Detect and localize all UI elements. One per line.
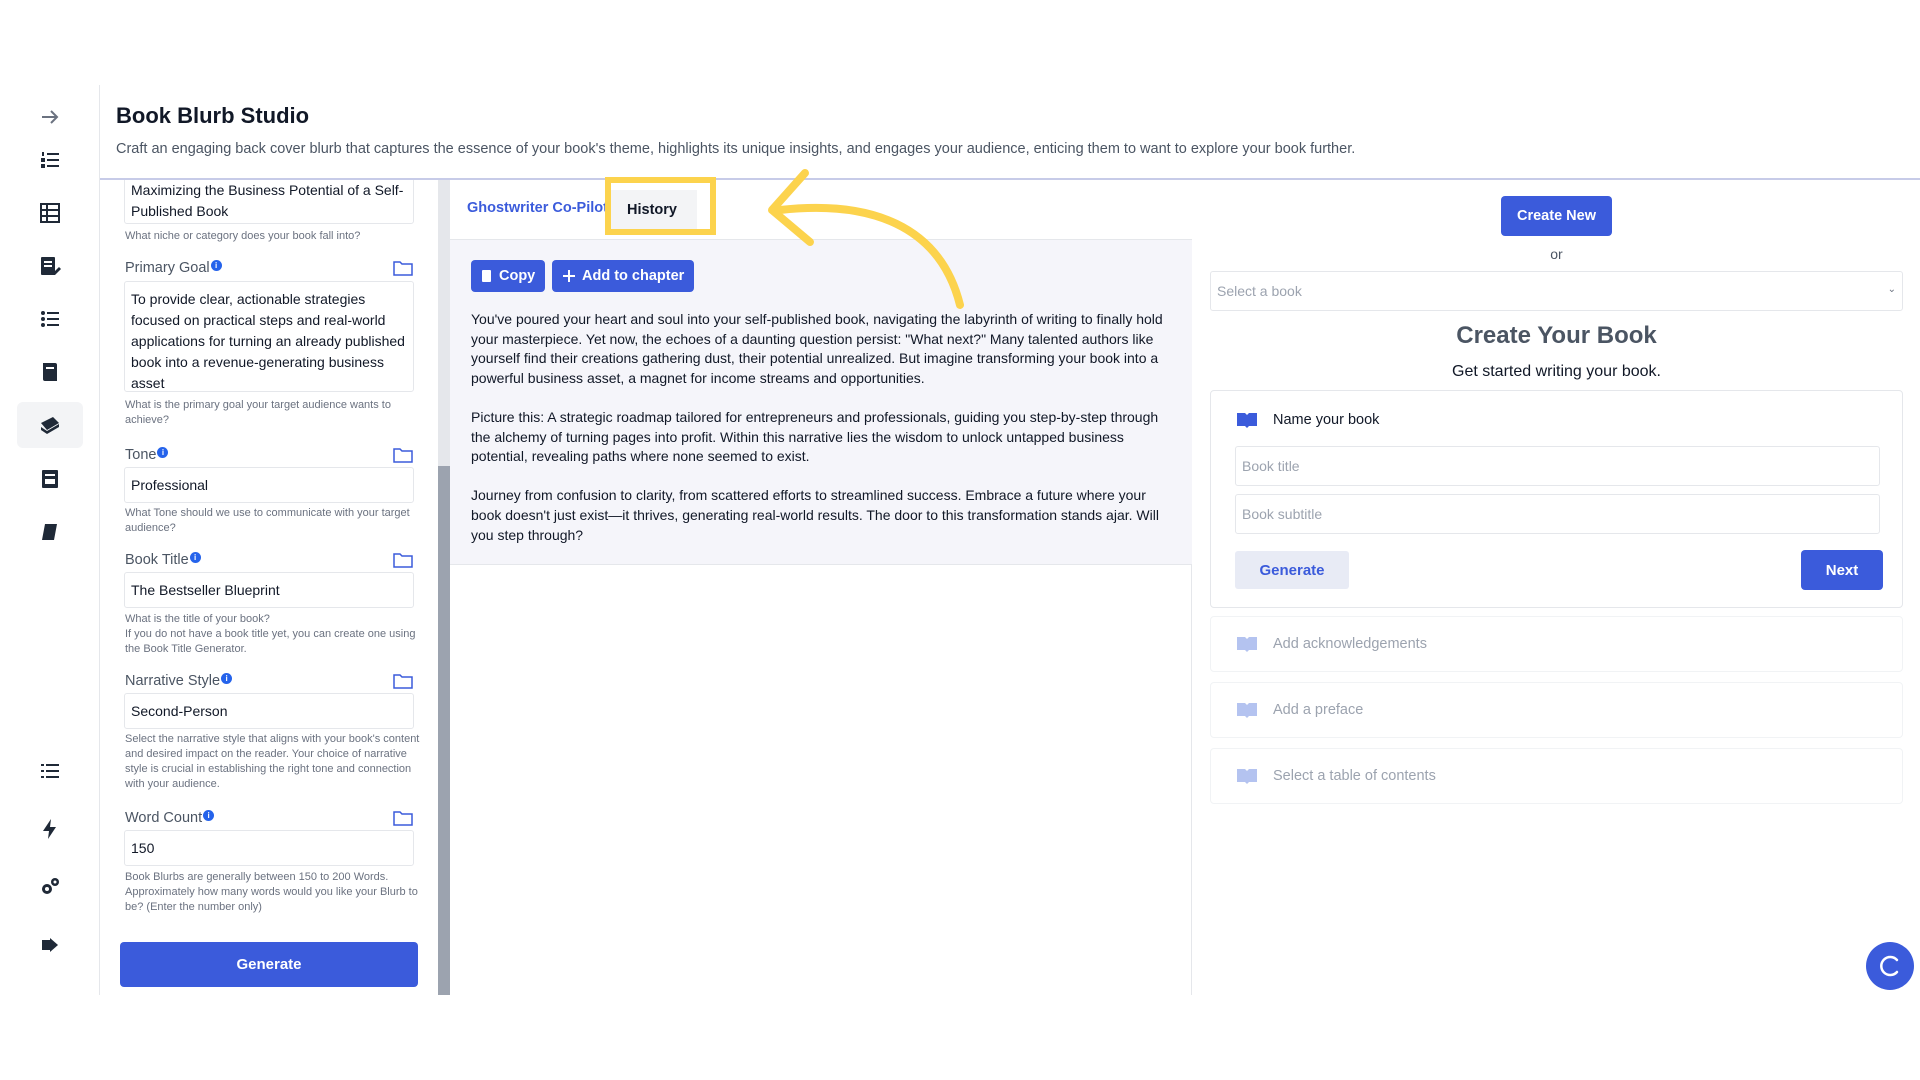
step-table-of-contents[interactable]: Select a table of contents — [1210, 748, 1903, 804]
tone-field[interactable]: Professional — [124, 467, 414, 503]
book-icon[interactable] — [28, 510, 72, 554]
page-subtitle: Craft an engaging back cover blurb that … — [116, 141, 1356, 157]
page-title: Book Blurb Studio — [116, 103, 310, 128]
info-icon[interactable]: i — [157, 447, 169, 458]
add-to-chapter-label: Add to chapter — [582, 268, 685, 284]
sidebar — [0, 85, 100, 995]
copy-button[interactable]: Copy — [471, 260, 546, 292]
niche-field[interactable]: Maximizing the Business Potential of a S… — [124, 180, 414, 224]
goal-field[interactable]: To provide clear, actionable strategies … — [124, 281, 414, 392]
copy-icon — [482, 270, 491, 282]
word-count-label: Word Count i — [125, 810, 215, 826]
numbered-list-icon[interactable] — [28, 138, 72, 182]
create-book-heading: Create Your Book — [1456, 322, 1657, 349]
book-panel: Create New or Select a book ⌄ Create You… — [1193, 180, 1920, 995]
create-book-subheading: Get started writing your book. — [1452, 363, 1661, 380]
blurb-paragraph: Journey from confusion to clarity, from … — [471, 487, 1159, 543]
table-icon[interactable] — [28, 191, 72, 235]
name-book-label: Name your book — [1273, 412, 1380, 428]
copy-label: Copy — [499, 268, 536, 284]
open-book-icon — [1237, 413, 1257, 428]
goal-help: What is the primary goal your target aud… — [125, 399, 391, 426]
narrative-style-help: Select the narrative style that aligns w… — [125, 733, 420, 790]
logout-icon[interactable] — [28, 923, 72, 967]
step-preface[interactable]: Add a preface — [1210, 682, 1903, 738]
info-icon[interactable]: i — [221, 673, 233, 684]
page-header: Book Blurb Studio Craft an engaging back… — [116, 103, 1916, 157]
open-book-icon — [1237, 769, 1257, 784]
blurb-paragraph: You've poured your heart and soul into y… — [471, 311, 1163, 386]
help-chat-button[interactable] — [1866, 942, 1914, 990]
folder-icon[interactable] — [393, 447, 413, 463]
scrollbar-thumb[interactable] — [438, 466, 450, 995]
book-title-field[interactable]: The Bestseller Blueprint — [124, 572, 414, 608]
blurb-paragraph: Picture this: A strategic roadmap tailor… — [471, 408, 1159, 465]
chevron-down-icon: ⌄ — [1887, 284, 1896, 295]
folder-icon[interactable] — [393, 673, 413, 689]
select-book-placeholder: Select a book — [1217, 283, 1302, 299]
blurb-text: You've poured your heart and soul into y… — [471, 310, 1171, 565]
niche-help: What niche or category does your book fa… — [125, 230, 361, 242]
name-book-card: Name your book Book title Book subtitle … — [1210, 390, 1903, 608]
narrative-style-label: Narrative Style i — [125, 673, 233, 689]
generate-title-button[interactable]: Generate — [1235, 551, 1349, 589]
name-book-header: Name your book — [1236, 411, 1379, 429]
info-icon[interactable]: i — [210, 260, 222, 271]
info-icon[interactable]: i — [203, 810, 215, 821]
word-count-help: Book Blurbs are generally between 150 to… — [125, 871, 418, 913]
step-label: Add a preface — [1273, 702, 1364, 718]
book-title-help: What is the title of your book? — [125, 613, 270, 625]
open-book-icon — [1237, 637, 1257, 652]
info-icon[interactable]: i — [189, 552, 201, 563]
tab-highlight-box — [605, 177, 716, 235]
word-count-field[interactable]: 150 — [124, 830, 414, 866]
book-title-input[interactable]: Book title — [1235, 446, 1880, 486]
archive-icon[interactable] — [28, 457, 72, 501]
generate-button[interactable]: Generate — [120, 942, 418, 987]
create-new-button[interactable]: Create New — [1501, 196, 1612, 236]
or-divider: or — [1550, 246, 1563, 262]
plus-icon — [563, 270, 575, 282]
add-to-chapter-button[interactable]: Add to chapter — [552, 260, 695, 292]
folder-icon[interactable] — [393, 810, 413, 826]
list-icon[interactable] — [28, 749, 72, 793]
folder-icon[interactable] — [393, 260, 413, 276]
arrow-right-icon[interactable] — [28, 95, 72, 139]
step-label: Select a table of contents — [1273, 768, 1436, 784]
settings-icon[interactable] — [28, 865, 72, 909]
chat-icon — [1880, 955, 1899, 977]
lightning-icon[interactable] — [28, 807, 72, 851]
book-subtitle-input[interactable]: Book subtitle — [1235, 494, 1880, 534]
book-title-label: Book Title i — [125, 552, 201, 568]
book-title-help-2: If you do not have a book title yet, you… — [125, 628, 416, 655]
tab-ghostwriter-copilot[interactable]: Ghostwriter Co-Pilot — [467, 200, 608, 216]
checklist-icon[interactable] — [28, 297, 72, 341]
select-book-dropdown[interactable]: Select a book ⌄ — [1210, 271, 1903, 311]
folder-icon[interactable] — [393, 552, 413, 568]
next-button[interactable]: Next — [1801, 550, 1883, 590]
goal-label: Primary Goal i — [125, 260, 222, 276]
open-book-icon — [1237, 703, 1257, 718]
tone-label: Tone i — [125, 447, 169, 463]
book-stack-icon[interactable] — [28, 350, 72, 394]
step-acknowledgements[interactable]: Add acknowledgements — [1210, 616, 1903, 672]
step-label: Add acknowledgements — [1273, 636, 1427, 652]
edit-document-icon[interactable] — [28, 244, 72, 288]
narrative-style-field[interactable]: Second-Person — [124, 693, 414, 729]
books-icon[interactable] — [17, 402, 83, 448]
blurb-form: Maximizing the Business Potential of a S… — [100, 180, 438, 995]
annotation-arrow — [768, 169, 964, 309]
tone-help: What Tone should we use to communicate w… — [125, 507, 410, 534]
